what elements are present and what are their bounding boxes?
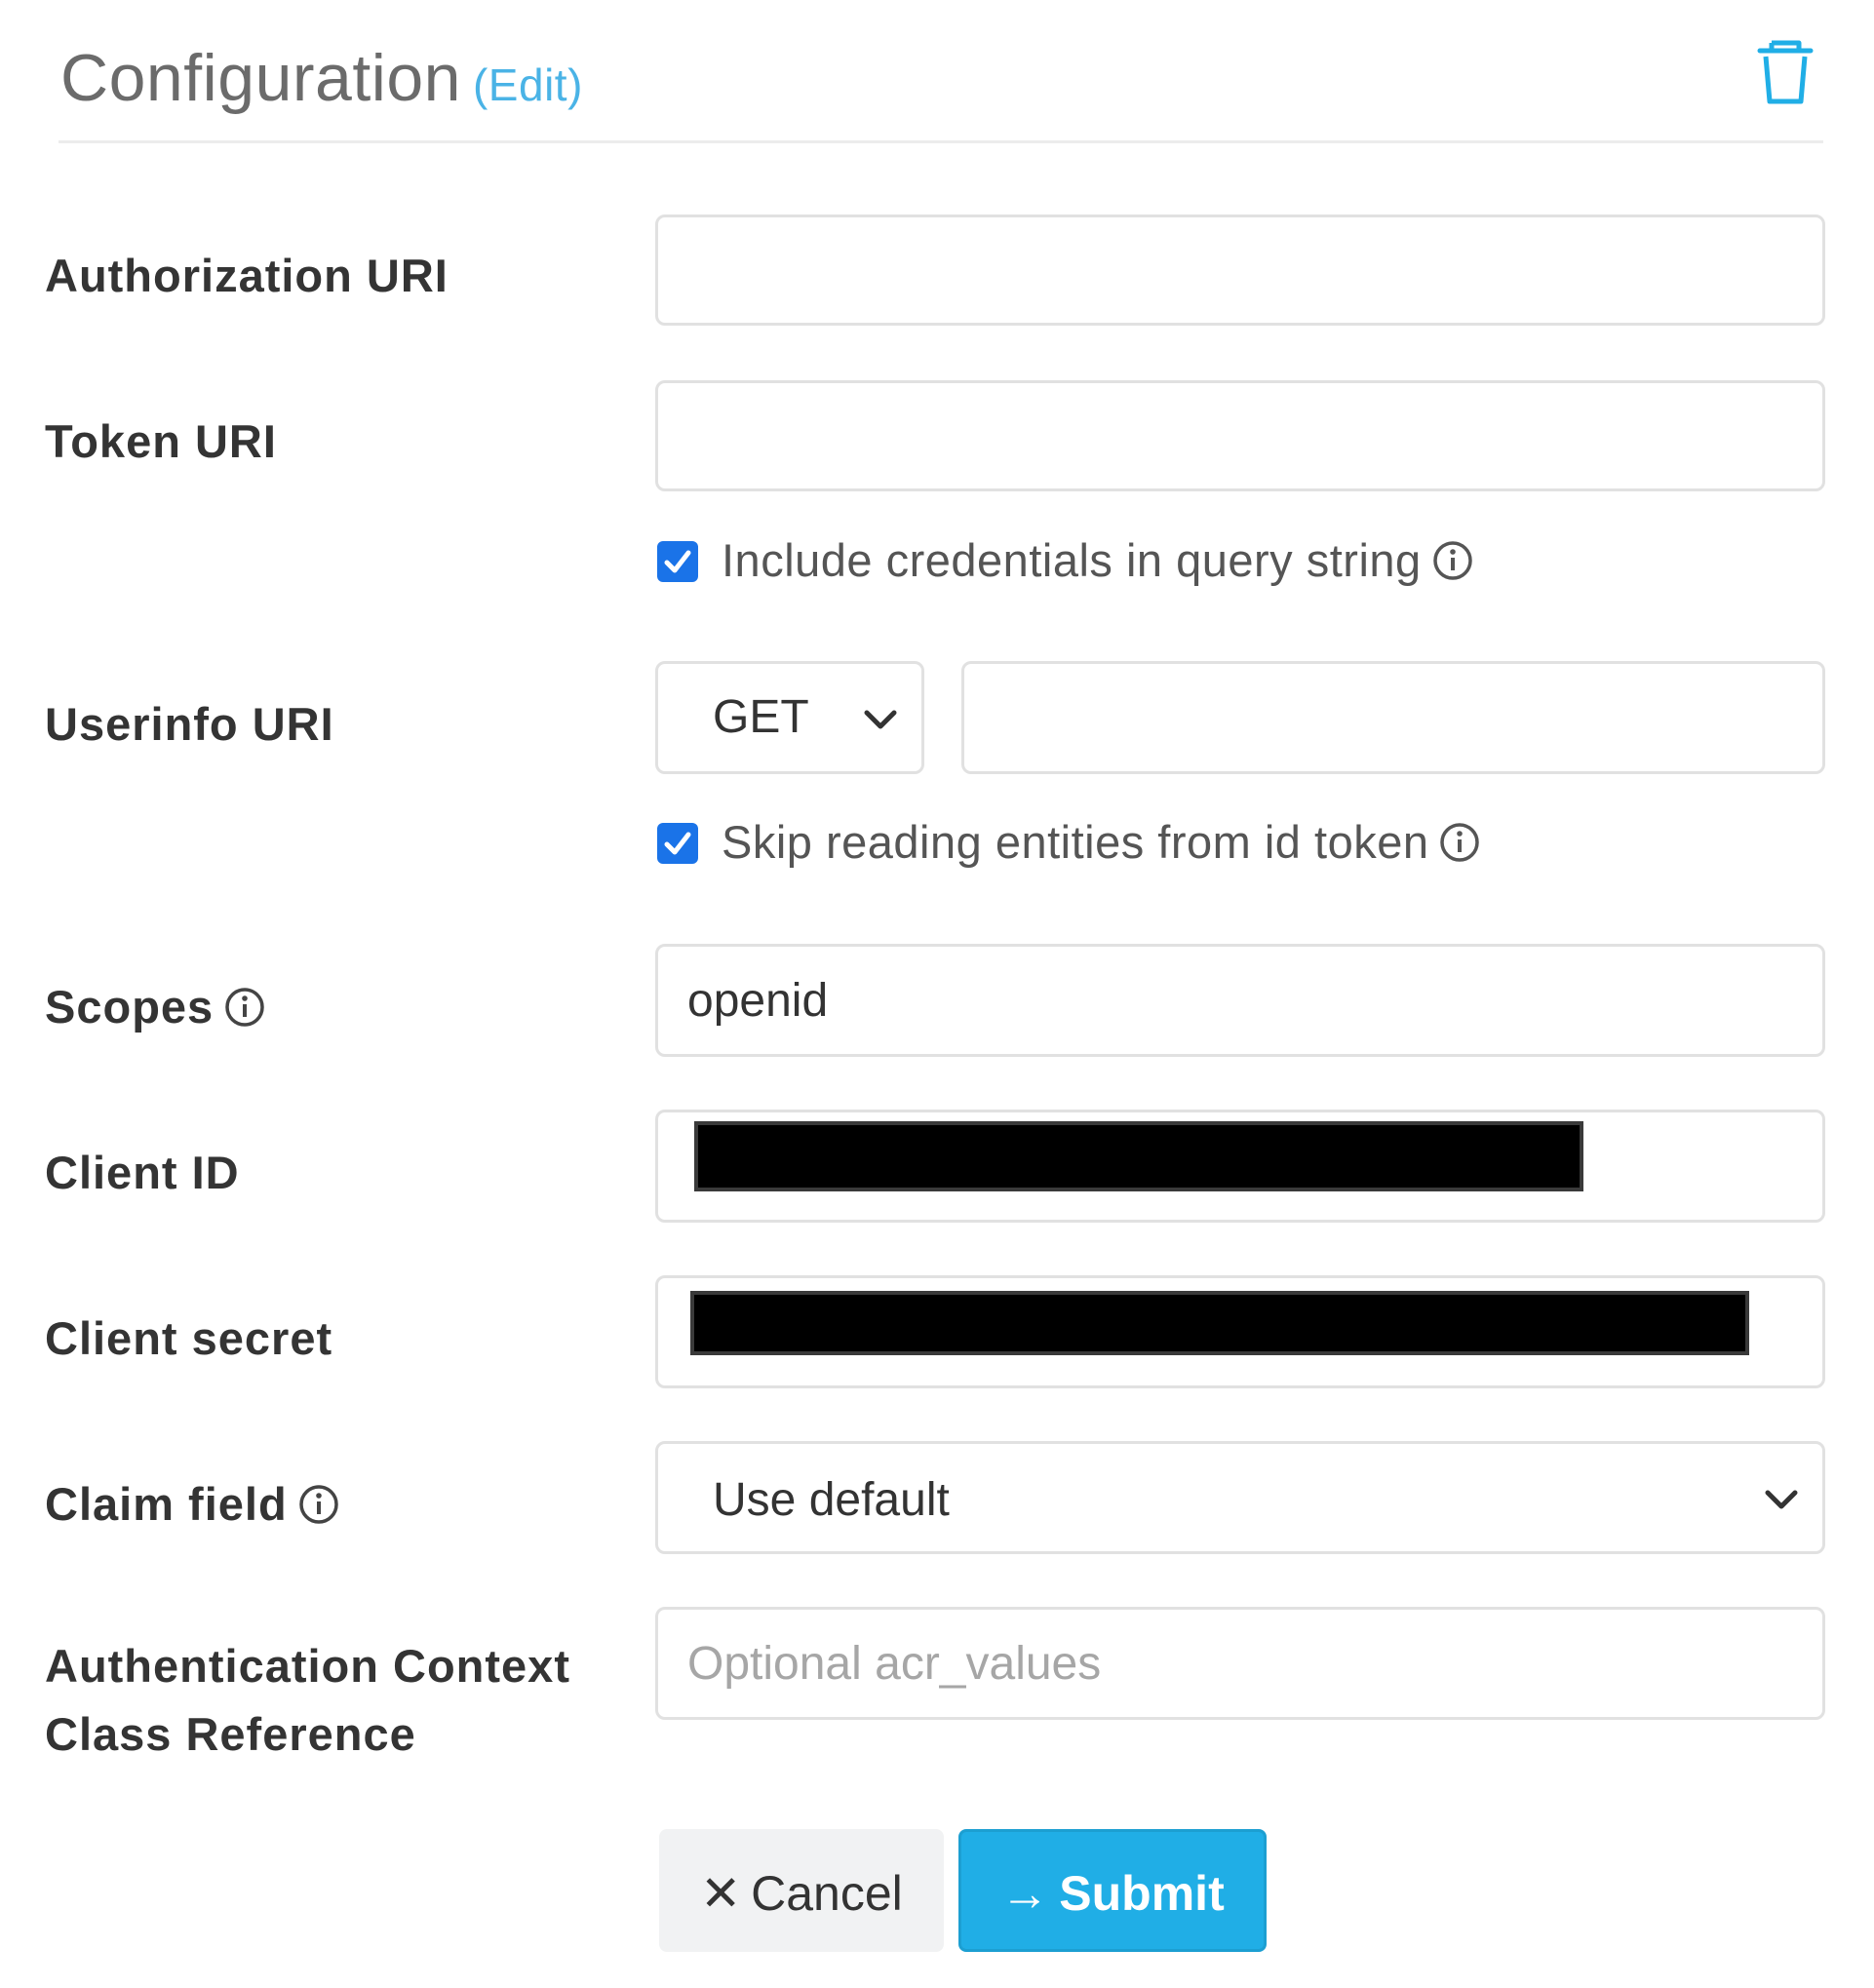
authorization-uri-input[interactable] (655, 214, 1825, 326)
skip-reading-row: Skip reading entities from id token (657, 813, 1481, 872)
include-credentials-checkbox[interactable] (657, 541, 698, 582)
header-divider (59, 140, 1823, 143)
chevron-down-icon (864, 710, 897, 729)
submit-button[interactable]: → Submit (958, 1829, 1267, 1952)
skip-reading-checkbox[interactable] (657, 823, 698, 864)
acr-label: Authentication Context Class Reference (45, 1632, 570, 1769)
submit-label: Submit (1059, 1866, 1225, 1921)
skip-reading-label: Skip reading entities from id token (722, 816, 1429, 868)
info-icon[interactable] (297, 1483, 340, 1526)
userinfo-method-value: GET (713, 691, 809, 743)
acr-input[interactable] (655, 1607, 1825, 1720)
redacted-client-secret (690, 1291, 1749, 1355)
cancel-button[interactable]: ✕ Cancel (659, 1829, 944, 1952)
claim-field-value: Use default (713, 1474, 950, 1526)
authorization-uri-label: Authorization URI (45, 250, 449, 301)
scopes-label-text: Scopes (45, 981, 215, 1033)
token-uri-input[interactable] (655, 380, 1825, 491)
acr-label-line2: Class Reference (45, 1708, 416, 1760)
chevron-down-icon (1765, 1490, 1798, 1509)
claim-field-label-text: Claim field (45, 1478, 288, 1530)
scopes-label: Scopes (45, 973, 266, 1041)
userinfo-uri-input[interactable] (961, 661, 1825, 774)
close-icon: ✕ (700, 1866, 742, 1921)
info-icon[interactable] (223, 986, 266, 1029)
edit-link[interactable]: (Edit) (473, 59, 583, 110)
arrow-right-icon: → (1000, 1866, 1050, 1921)
info-icon[interactable] (1431, 539, 1474, 582)
include-credentials-row: Include credentials in query string (657, 531, 1474, 590)
page-title: Configuration (Edit) (60, 29, 583, 134)
client-id-label: Client ID (45, 1147, 240, 1198)
scopes-input[interactable] (655, 944, 1825, 1057)
acr-label-line1: Authentication Context (45, 1640, 570, 1692)
userinfo-method-select[interactable]: GET (655, 661, 924, 774)
claim-field-label: Claim field (45, 1470, 340, 1539)
include-credentials-label: Include credentials in query string (722, 534, 1422, 586)
info-icon[interactable] (1438, 821, 1481, 864)
page-title-text: Configuration (60, 41, 461, 115)
claim-field-select[interactable]: Use default (655, 1441, 1825, 1554)
redacted-client-id (694, 1121, 1583, 1191)
userinfo-uri-label: Userinfo URI (45, 698, 334, 750)
trash-icon[interactable] (1750, 37, 1820, 107)
token-uri-label: Token URI (45, 415, 277, 467)
cancel-label: Cancel (751, 1866, 903, 1921)
client-secret-label: Client secret (45, 1312, 333, 1364)
